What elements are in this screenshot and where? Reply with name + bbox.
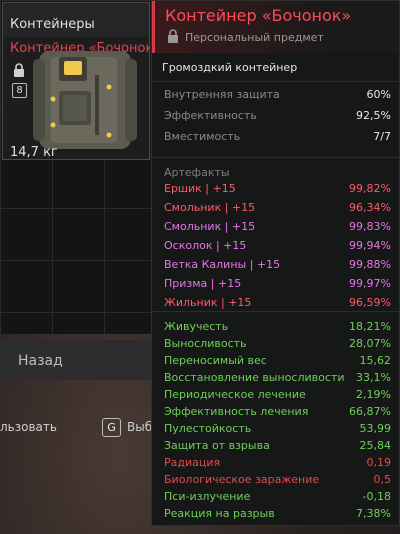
stat-row: Пулестойкость 53,99	[164, 422, 391, 440]
property-row-value: 7/7	[373, 130, 391, 143]
stat-row-value: 18,21%	[349, 320, 391, 333]
container-slot[interactable]: Контейнеры Контейнер «Бочонок» 8 14,7 кг	[2, 2, 150, 160]
tooltip-title: Контейнер «Бочонок»	[165, 6, 352, 25]
stat-row: Реакция на разрыв 7,38%	[164, 507, 391, 525]
artifact-row: Ветка Калины | +15 99,88%	[164, 258, 391, 276]
stat-row: Периодическое лечение 2,19%	[164, 388, 391, 406]
artifact-row-label: Призма | +15	[164, 277, 242, 290]
stat-row-label: Биологическое заражение	[164, 473, 320, 486]
property-row-label: Вместимость	[164, 130, 241, 143]
stat-row: Защита от взрыва 25,84	[164, 439, 391, 457]
stat-row-value: -0,18	[362, 490, 391, 503]
stat-row-value: 53,99	[359, 422, 392, 435]
stat-row-value: 0,5	[373, 473, 392, 486]
stat-row: Восстановление выносливости 33,1%	[164, 371, 391, 389]
stat-row: Выносливость 28,07%	[164, 337, 391, 355]
divider	[152, 311, 399, 312]
stat-row: Эффективность лечения 66,87%	[164, 405, 391, 423]
back-label: Назад	[18, 353, 63, 369]
artifact-row: Смольник | +15 99,83%	[164, 220, 391, 238]
stat-row-label: Радиация	[164, 456, 221, 469]
item-description: Громоздкий контейнер	[162, 61, 298, 74]
stat-row-value: 7,38%	[356, 507, 391, 520]
stat-row-value: 25,84	[359, 439, 392, 452]
stat-row: Пси-излучение -0,18	[164, 490, 391, 508]
artifact-row-label: Смольник | +15	[164, 220, 256, 233]
property-row: Внутренняя защита 60%	[164, 88, 391, 106]
property-row: Эффективность 92,5%	[164, 109, 391, 127]
back-button[interactable]: Назад	[0, 340, 156, 380]
tooltip-subtitle: Персональный предмет	[185, 31, 324, 44]
artifact-row: Ершик | +15 99,82%	[164, 182, 391, 200]
g-key-hint: G	[102, 418, 121, 437]
artifact-row-value: 96,59%	[349, 296, 391, 309]
artifact-row-label: Ершик | +15	[164, 182, 236, 195]
stat-row: Биологическое заражение 0,5	[164, 473, 391, 491]
stat-row-label: Пулестойкость	[164, 422, 252, 435]
artifact-row: Смольник | +15 96,34%	[164, 201, 391, 219]
artifacts-label: Артефакты	[164, 166, 230, 179]
divider	[152, 81, 399, 82]
property-row: Вместимость 7/7	[164, 130, 391, 148]
stat-row-value: 0,19	[366, 456, 392, 469]
artifact-row-value: 99,82%	[349, 182, 391, 195]
action-row: льзовать G Выб	[0, 418, 156, 440]
stat-row-label: Пси-излучение	[164, 490, 251, 503]
artifact-row-label: Ветка Калины | +15	[164, 258, 281, 271]
stat-row: Живучесть 18,21%	[164, 320, 391, 338]
stat-row-value: 15,62	[359, 354, 392, 367]
barrel-container-icon	[33, 51, 137, 149]
stat-row-label: Защита от взрыва	[164, 439, 270, 452]
stat-row-value: 2,19%	[356, 388, 391, 401]
artifact-row: Призма | +15 99,97%	[164, 277, 391, 295]
slot-count-badge: 8	[12, 83, 27, 98]
stat-row-value: 66,87%	[349, 405, 391, 418]
property-row-value: 92,5%	[356, 109, 391, 122]
stat-row-label: Реакция на разрыв	[164, 507, 275, 520]
property-row-label: Внутренняя защита	[164, 88, 280, 101]
throw-action[interactable]: Выб	[127, 420, 152, 434]
artifact-row-label: Смольник | +15	[164, 201, 256, 214]
stat-row: Переносимый вес 15,62	[164, 354, 391, 372]
stat-row-value: 28,07%	[349, 337, 391, 350]
stat-row-label: Живучесть	[164, 320, 229, 333]
lock-icon	[14, 63, 24, 77]
use-action[interactable]: льзовать	[0, 420, 57, 434]
stat-row-label: Переносимый вес	[164, 354, 267, 367]
artifact-row-label: Осколок | +15	[164, 239, 247, 252]
property-row-value: 60%	[366, 88, 391, 101]
stat-row-label: Восстановление выносливости	[164, 371, 345, 384]
stat-row-label: Эффективность лечения	[164, 405, 309, 418]
artifact-row-value: 99,94%	[349, 239, 391, 252]
inventory-grid: Контейнеры Контейнер «Бочонок» 8 14,7 кг	[0, 0, 156, 334]
artifact-row-value: 99,83%	[349, 220, 391, 233]
artifact-row: Осколок | +15 99,94%	[164, 239, 391, 257]
stat-row-label: Выносливость	[164, 337, 247, 350]
artifact-row-value: 99,88%	[349, 258, 391, 271]
slot-weight: 14,7 кг	[10, 145, 58, 160]
property-row-label: Эффективность	[164, 109, 257, 122]
lock-icon	[168, 29, 178, 43]
divider	[152, 157, 399, 158]
artifact-row-value: 96,34%	[349, 201, 391, 214]
slot-title: Контейнеры	[10, 17, 95, 32]
artifact-row-label: Жильник | +15	[164, 296, 252, 309]
tooltip-header: Контейнер «Бочонок» Персональный предмет	[152, 1, 399, 53]
stat-row-value: 33,1%	[356, 371, 391, 384]
stat-row-label: Периодическое лечение	[164, 388, 306, 401]
artifact-row-value: 99,97%	[349, 277, 391, 290]
item-tooltip: Контейнер «Бочонок» Персональный предмет…	[151, 0, 400, 526]
stat-row: Радиация 0,19	[164, 456, 391, 474]
